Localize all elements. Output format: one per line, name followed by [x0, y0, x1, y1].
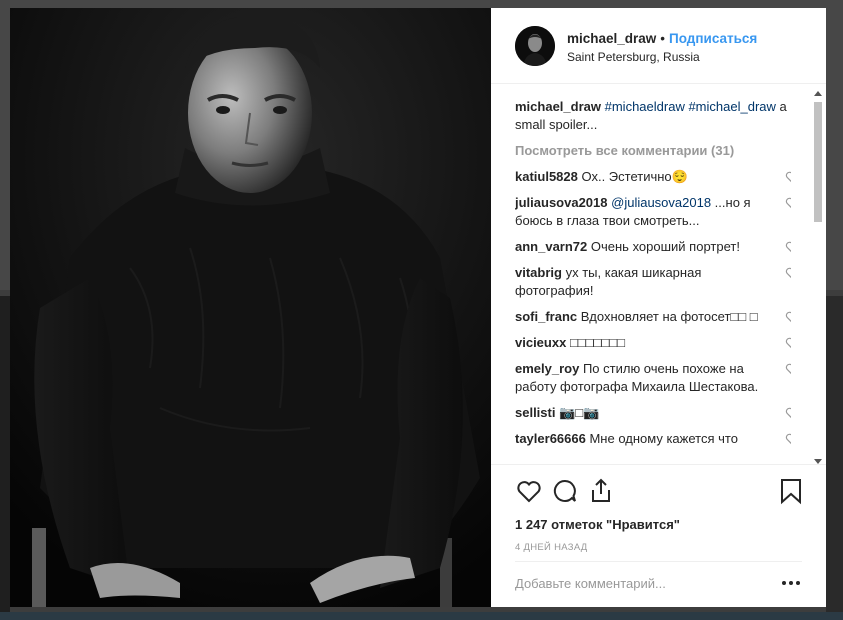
comment-like-icon[interactable]	[785, 336, 791, 350]
comment-item: vitabrig ух ты, какая шикарная фотографи…	[515, 264, 791, 300]
comment-item: katiul5828 Ох.. Эстетично😌	[515, 168, 791, 186]
more-icon[interactable]	[780, 576, 802, 590]
post-side-panel: michael_draw • Подписаться Saint Petersbur…	[491, 8, 826, 607]
likes-count[interactable]: 1 247 отметок "Нравится"	[515, 517, 680, 532]
comment-item: juliausova2018 @juliausova2018 ...но я б…	[515, 194, 791, 230]
post-photo[interactable]	[10, 8, 491, 607]
post-actions: 1 247 отметок "Нравится" 4 ДНЕЙ НАЗАД	[491, 464, 826, 605]
comment-username[interactable]: vicieuxx	[515, 335, 566, 350]
avatar-image	[515, 26, 555, 66]
comment-item: tayler66666 Мне одному кажется что	[515, 430, 791, 448]
background-tile-left	[0, 296, 10, 620]
add-comment-input[interactable]	[515, 576, 755, 591]
scrollbar-thumb[interactable]	[814, 102, 822, 222]
comment-item: vicieuxx □□□□□□□	[515, 334, 791, 352]
comment-icon[interactable]	[551, 477, 579, 505]
comment-text: □□□□□□□	[569, 335, 625, 350]
comment-username[interactable]: vitabrig	[515, 265, 562, 280]
post-modal: michael_draw • Подписаться Saint Petersbur…	[10, 8, 826, 607]
comment-text: Очень хороший портрет!	[590, 239, 740, 254]
bookmark-icon[interactable]	[777, 477, 805, 505]
comment-text: Ох.. Эстетично😌	[581, 169, 688, 184]
comment-like-icon[interactable]	[785, 170, 791, 184]
caption-hashtag[interactable]: #michael_draw	[688, 99, 775, 114]
comments-scrollbar[interactable]	[811, 86, 825, 466]
header-name-row: michael_draw • Подписаться	[567, 31, 757, 46]
comment-username[interactable]: sofi_franc	[515, 309, 577, 324]
comment-like-icon[interactable]	[785, 196, 791, 210]
comment-item: sellisti 📷□📷	[515, 404, 791, 422]
comment-username[interactable]: juliausova2018	[515, 195, 608, 210]
comment-like-icon[interactable]	[785, 432, 791, 446]
comment-username[interactable]: tayler66666	[515, 431, 586, 446]
share-icon[interactable]	[587, 477, 615, 505]
comment-text: Мне одному кажется что	[589, 431, 738, 446]
heart-icon[interactable]	[515, 477, 543, 505]
comment-like-icon[interactable]	[785, 406, 791, 420]
comments-list[interactable]: michael_draw #michaeldraw #michael_draw …	[515, 98, 791, 464]
comment-item: sofi_franc Вдохновляет на фотосет□□ □	[515, 308, 791, 326]
comment-like-icon[interactable]	[785, 266, 791, 280]
avatar[interactable]	[515, 26, 555, 66]
comment-username[interactable]: emely_roy	[515, 361, 579, 376]
caption-hashtag[interactable]: #michaeldraw	[605, 99, 685, 114]
comment-username[interactable]: katiul5828	[515, 169, 578, 184]
comment-mention[interactable]: @juliausova2018	[611, 195, 711, 210]
portrait-image	[10, 8, 491, 607]
location-link[interactable]: Saint Petersburg, Russia	[567, 50, 700, 64]
comment-like-icon[interactable]	[785, 240, 791, 254]
author-username[interactable]: michael_draw	[567, 31, 656, 46]
comment-item: emely_roy По стилю очень похоже на работ…	[515, 360, 791, 396]
follow-button[interactable]: Подписаться	[669, 31, 757, 46]
caption: michael_draw #michaeldraw #michael_draw …	[515, 98, 791, 134]
caption-username[interactable]: michael_draw	[515, 99, 601, 114]
comment-like-icon[interactable]	[785, 310, 791, 324]
view-all-comments-link[interactable]: Посмотреть все комментарии (31)	[515, 142, 791, 160]
post-header: michael_draw • Подписаться Saint Petersbur…	[491, 8, 826, 84]
scroll-up-arrow-icon[interactable]	[814, 91, 822, 96]
comment-text: Вдохновляет на фотосет□□ □	[580, 309, 758, 324]
comment-username[interactable]: sellisti	[515, 405, 555, 420]
comment-text: 📷□📷	[559, 405, 600, 420]
background-bottom-strip	[0, 612, 843, 620]
action-icons-row	[511, 477, 811, 507]
comment-username[interactable]: ann_varn72	[515, 239, 587, 254]
background-tile-right	[826, 296, 843, 620]
post-timestamp[interactable]: 4 ДНЕЙ НАЗАД	[515, 542, 588, 553]
header-separator: •	[660, 31, 666, 46]
comment-like-icon[interactable]	[785, 362, 791, 376]
comment-item: ann_varn72 Очень хороший портрет!	[515, 238, 791, 256]
add-comment-bar	[515, 561, 802, 604]
